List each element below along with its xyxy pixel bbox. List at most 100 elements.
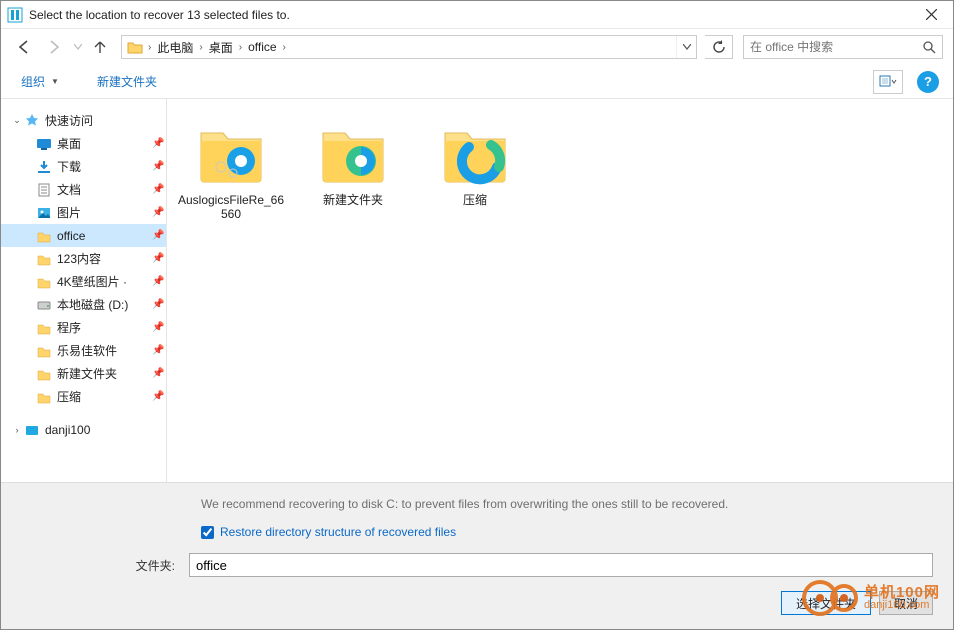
sidebar-item[interactable]: 新建文件夹📌 — [1, 362, 166, 385]
breadcrumb-segment[interactable]: 此电脑 — [153, 39, 197, 56]
sidebar-item-label: 桌面 — [57, 135, 152, 152]
folder-icon — [35, 250, 53, 268]
folder-item[interactable]: 压缩 — [421, 117, 529, 207]
folder-icon — [35, 388, 53, 406]
pin-icon: 📌 — [152, 138, 166, 149]
recent-dropdown[interactable] — [71, 34, 85, 60]
sidebar-quick-access[interactable]: ⌄ 快速访问 — [1, 109, 166, 132]
chevron-right-icon: › — [281, 42, 288, 53]
folder-icon — [317, 117, 389, 189]
sidebar-item-label: 程序 — [57, 319, 152, 336]
sidebar-item-danji100[interactable]: › danji100 — [1, 418, 166, 441]
sidebar-item[interactable]: 123内容📌 — [1, 247, 166, 270]
new-folder-label: 新建文件夹 — [97, 73, 157, 90]
sidebar-item-label: 乐易佳软件 — [57, 342, 152, 359]
sidebar-item-label: danji100 — [45, 423, 166, 437]
content-area: ⌄ 快速访问 桌面📌下载📌文档📌图片📌office📌123内容📌4K壁纸图片 ·… — [1, 99, 953, 482]
button-row: 选择文件夹 取消 — [21, 591, 933, 615]
pin-icon: 📌 — [152, 161, 166, 172]
chevron-right-icon: › — [146, 42, 153, 53]
folder-icon — [126, 38, 144, 56]
breadcrumb-segment[interactable]: office — [244, 40, 280, 54]
download-icon — [35, 158, 53, 176]
folder-icon — [35, 342, 53, 360]
pin-icon: 📌 — [152, 322, 166, 333]
folder-icon — [35, 227, 53, 245]
folder-name: 压缩 — [463, 193, 487, 207]
file-grid[interactable]: AuslogicsFileRe_66560 新建文件夹 压缩 — [167, 99, 953, 482]
sidebar-item[interactable]: 4K壁纸图片 ·📌 — [1, 270, 166, 293]
sidebar-item-label: 4K壁纸图片 · — [57, 273, 152, 290]
recommend-text: We recommend recovering to disk C: to pr… — [21, 497, 933, 511]
sidebar-item[interactable]: office📌 — [1, 224, 166, 247]
folder-icon — [195, 117, 267, 189]
sidebar-item-label: office — [57, 229, 152, 243]
folder-item[interactable]: AuslogicsFileRe_66560 — [177, 117, 285, 222]
folder-icon — [35, 365, 53, 383]
sidebar-item[interactable]: 压缩📌 — [1, 385, 166, 408]
chevron-right-icon: › — [237, 42, 244, 53]
document-icon — [35, 181, 53, 199]
toolbar: 组织 ▼ 新建文件夹 ? — [1, 65, 953, 99]
search-icon[interactable] — [916, 36, 942, 58]
back-button[interactable] — [11, 34, 37, 60]
sidebar-item-label: 文档 — [57, 181, 152, 198]
view-options-button[interactable] — [873, 70, 903, 94]
folder-input[interactable] — [189, 553, 933, 577]
search-box[interactable] — [743, 35, 943, 59]
folder-row: 文件夹: — [21, 553, 933, 577]
chevron-right-icon: › — [197, 42, 204, 53]
pin-icon: 📌 — [152, 391, 166, 402]
select-folder-button[interactable]: 选择文件夹 — [781, 591, 871, 615]
folder-name: 新建文件夹 — [323, 193, 383, 207]
sidebar-item[interactable]: 程序📌 — [1, 316, 166, 339]
sidebar-item-label: 新建文件夹 — [57, 365, 152, 382]
sidebar-item[interactable]: 乐易佳软件📌 — [1, 339, 166, 362]
chevron-down-icon: ⌄ — [11, 115, 23, 126]
sidebar-item[interactable]: 图片📌 — [1, 201, 166, 224]
sidebar-item[interactable]: 桌面📌 — [1, 132, 166, 155]
pin-icon: 📌 — [152, 184, 166, 195]
caret-down-icon: ▼ — [51, 77, 59, 86]
cancel-button[interactable]: 取消 — [879, 591, 933, 615]
sidebar-item-label: 图片 — [57, 204, 152, 221]
sidebar-item-label: 本地磁盘 (D:) — [57, 296, 152, 313]
folder-label: 文件夹: — [21, 557, 181, 574]
sidebar-item[interactable]: 本地磁盘 (D:)📌 — [1, 293, 166, 316]
close-button[interactable] — [911, 2, 951, 28]
app-icon — [7, 7, 23, 23]
sidebar-quick-label: 快速访问 — [45, 112, 166, 129]
sidebar-item[interactable]: 文档📌 — [1, 178, 166, 201]
up-button[interactable] — [89, 34, 111, 60]
help-button[interactable]: ? — [917, 71, 939, 93]
address-bar[interactable]: › 此电脑 › 桌面 › office › — [121, 35, 697, 59]
window-title: Select the location to recover 13 select… — [29, 8, 911, 22]
pin-icon: 📌 — [152, 253, 166, 264]
breadcrumb-segment[interactable]: 桌面 — [205, 39, 237, 56]
address-dropdown[interactable] — [676, 36, 696, 58]
picture-icon — [35, 204, 53, 222]
pin-icon: 📌 — [152, 276, 166, 287]
organize-label: 组织 — [21, 73, 45, 90]
desktop-icon — [35, 135, 53, 153]
pin-icon: 📌 — [152, 230, 166, 241]
sidebar-item[interactable]: 下载📌 — [1, 155, 166, 178]
restore-checkbox-input[interactable] — [201, 526, 214, 539]
titlebar: Select the location to recover 13 select… — [1, 1, 953, 29]
refresh-button[interactable] — [705, 35, 733, 59]
pin-icon: 📌 — [152, 299, 166, 310]
new-folder-button[interactable]: 新建文件夹 — [91, 69, 163, 94]
folder-icon — [439, 117, 511, 189]
star-icon — [23, 112, 41, 130]
restore-structure-checkbox[interactable]: Restore directory structure of recovered… — [21, 525, 933, 539]
forward-button[interactable] — [41, 34, 67, 60]
organize-button[interactable]: 组织 ▼ — [15, 69, 65, 94]
folder-name: AuslogicsFileRe_66560 — [177, 193, 285, 222]
pin-icon: 📌 — [152, 207, 166, 218]
folder-item[interactable]: 新建文件夹 — [299, 117, 407, 207]
search-input[interactable] — [744, 40, 916, 54]
footer: We recommend recovering to disk C: to pr… — [1, 482, 953, 629]
drive-icon — [35, 296, 53, 314]
sidebar: ⌄ 快速访问 桌面📌下载📌文档📌图片📌office📌123内容📌4K壁纸图片 ·… — [1, 99, 167, 482]
navigation-row: › 此电脑 › 桌面 › office › — [1, 29, 953, 65]
